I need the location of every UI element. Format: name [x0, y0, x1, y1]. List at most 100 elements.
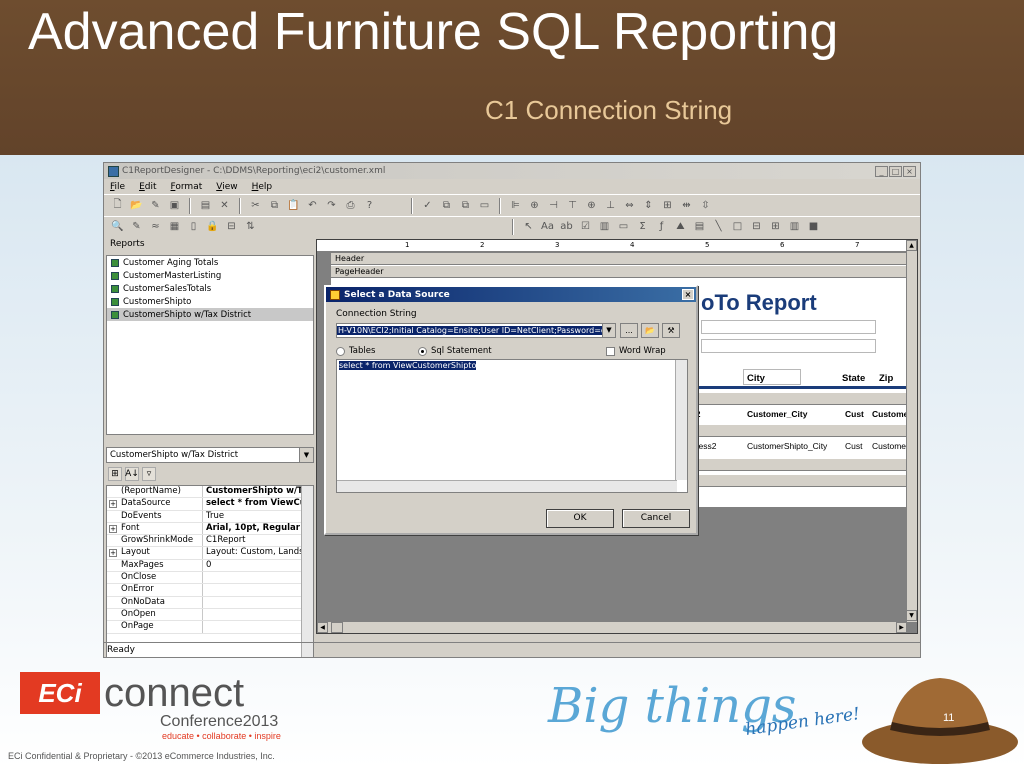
- vertical-scrollbar[interactable]: [675, 360, 687, 480]
- header-band[interactable]: Header: [331, 253, 907, 265]
- group-field-custome[interactable]: Custome: [872, 409, 908, 419]
- line-icon[interactable]: ╲: [711, 219, 726, 234]
- horizontal-scrollbar[interactable]: ◀ ▶: [317, 621, 907, 633]
- menu-file[interactable]: File: [110, 182, 125, 192]
- scroll-thumb[interactable]: [331, 622, 343, 633]
- group-field-cust[interactable]: Cust: [845, 409, 864, 419]
- chart-icon[interactable]: ≈: [148, 219, 163, 234]
- word-wrap-checkbox[interactable]: Word Wrap: [606, 346, 666, 356]
- menu-format[interactable]: Format: [171, 182, 203, 192]
- property-row[interactable]: OnError: [107, 584, 313, 597]
- filter-icon[interactable]: ▿: [142, 467, 156, 481]
- menu-view[interactable]: View: [216, 182, 237, 192]
- property-value[interactable]: Arial, 10pt, Regular: [203, 523, 313, 534]
- delete-icon[interactable]: ✕: [217, 198, 232, 213]
- header-field[interactable]: [701, 320, 876, 334]
- stop-icon[interactable]: ■: [806, 219, 821, 234]
- scroll-down-icon[interactable]: ▼: [906, 610, 917, 621]
- detail-field-custome[interactable]: Custome: [872, 441, 906, 451]
- property-row[interactable]: OnClose: [107, 572, 313, 585]
- group-icon[interactable]: ⊟: [224, 219, 239, 234]
- open-folder-icon[interactable]: 📂: [641, 323, 659, 338]
- image-icon[interactable]: ▭: [616, 219, 631, 234]
- preview-icon[interactable]: 🔍: [110, 219, 125, 234]
- field-icon[interactable]: ab: [559, 219, 574, 234]
- checkbox-tool-icon[interactable]: ☑: [578, 219, 593, 234]
- tables-radio[interactable]: Tables: [336, 346, 375, 356]
- same-width-icon[interactable]: ⇔: [622, 198, 637, 213]
- new-icon[interactable]: 🗋: [110, 198, 125, 213]
- property-row[interactable]: + DataSource select * from ViewCu: [107, 498, 313, 511]
- menu-edit[interactable]: Edit: [139, 182, 156, 192]
- align-top-icon[interactable]: ⊤: [565, 198, 580, 213]
- detail-field-cust[interactable]: Cust: [845, 441, 862, 451]
- copy-icon[interactable]: ⧉: [267, 198, 282, 213]
- design-icon[interactable]: ✎: [129, 219, 144, 234]
- minimize-button[interactable]: _: [875, 165, 888, 177]
- alphabetical-icon[interactable]: A↓: [125, 467, 139, 481]
- page-break-icon[interactable]: ⊟: [749, 219, 764, 234]
- property-value[interactable]: [203, 572, 313, 583]
- vertical-scrollbar[interactable]: ▲ ▼: [906, 240, 917, 622]
- align-center-icon[interactable]: ⊕: [527, 198, 542, 213]
- scroll-up-icon[interactable]: ▲: [906, 240, 917, 251]
- open-icon[interactable]: 📂: [129, 198, 144, 213]
- chevron-down-icon[interactable]: ▼: [602, 324, 615, 337]
- table-icon[interactable]: ⊞: [768, 219, 783, 234]
- property-row[interactable]: + Layout Layout: Custom, Landsca: [107, 547, 313, 560]
- align-left-icon[interactable]: ⊫: [508, 198, 523, 213]
- col-state-label[interactable]: State: [842, 373, 865, 384]
- property-row[interactable]: MaxPages 0: [107, 559, 313, 573]
- property-value[interactable]: 0: [203, 560, 313, 571]
- chevron-down-icon[interactable]: ▼: [299, 448, 313, 462]
- hspace-icon[interactable]: ⇹: [679, 198, 694, 213]
- vspace-icon[interactable]: ⇳: [698, 198, 713, 213]
- redo-icon[interactable]: ↷: [324, 198, 339, 213]
- property-value[interactable]: [203, 609, 313, 620]
- format-painter-icon[interactable]: ✓: [420, 198, 435, 213]
- cut-icon[interactable]: ✂: [248, 198, 263, 213]
- close-button[interactable]: ×: [903, 165, 916, 177]
- list-item[interactable]: CustomerShipto: [107, 295, 313, 308]
- expand-icon[interactable]: +: [109, 500, 117, 509]
- build-icon[interactable]: ⚒: [662, 323, 680, 338]
- sum-icon[interactable]: Σ: [635, 219, 650, 234]
- picture-icon[interactable]: ⛰: [673, 219, 688, 234]
- detail-field-city[interactable]: CustomerShipto_City: [747, 441, 827, 451]
- print-icon[interactable]: ⎙: [343, 198, 358, 213]
- browse-button[interactable]: ...: [620, 323, 638, 338]
- report-icon[interactable]: ▤: [198, 198, 213, 213]
- list-item[interactable]: CustomerMasterListing: [107, 269, 313, 282]
- report-title-field[interactable]: oTo Report: [701, 290, 817, 316]
- bar-chart-icon[interactable]: ▥: [787, 219, 802, 234]
- vertical-scrollbar[interactable]: [301, 486, 313, 657]
- undo-icon[interactable]: ↶: [305, 198, 320, 213]
- group-field-city[interactable]: Customer_City: [747, 409, 807, 419]
- cancel-button[interactable]: Cancel: [622, 509, 690, 528]
- dialog-close-icon[interactable]: ×: [682, 289, 694, 300]
- expand-icon[interactable]: +: [109, 524, 117, 533]
- grid-icon[interactable]: ▦: [167, 219, 182, 234]
- property-row[interactable]: GrowShrinkMode C1Report: [107, 535, 313, 548]
- col-zip-label[interactable]: Zip: [879, 373, 893, 384]
- horizontal-scrollbar[interactable]: [337, 480, 677, 492]
- bring-front-icon[interactable]: ⧉: [439, 198, 454, 213]
- align-middle-icon[interactable]: ⊕: [584, 198, 599, 213]
- wizard-icon[interactable]: ✎: [148, 198, 163, 213]
- send-back-icon[interactable]: ⧉: [458, 198, 473, 213]
- align-right-icon[interactable]: ⊣: [546, 198, 561, 213]
- menu-help[interactable]: Help: [252, 182, 273, 192]
- page-icon[interactable]: ▯: [186, 219, 201, 234]
- header-field[interactable]: [701, 339, 876, 353]
- property-value[interactable]: select * from ViewCu: [203, 498, 313, 509]
- pointer-icon[interactable]: ↖: [521, 219, 536, 234]
- property-value[interactable]: [203, 584, 313, 595]
- list-item-selected[interactable]: CustomerShipto w/Tax District: [107, 308, 313, 321]
- scroll-left-icon[interactable]: ◀: [317, 622, 328, 633]
- property-row[interactable]: (ReportName) CustomerShipto w/Ta: [107, 486, 313, 499]
- property-row[interactable]: OnOpen: [107, 608, 313, 622]
- maximize-button[interactable]: □: [889, 165, 902, 177]
- property-value[interactable]: CustomerShipto w/Ta: [203, 486, 313, 497]
- sql-statement-radio[interactable]: Sql Statement: [418, 346, 492, 356]
- property-row[interactable]: OnPage: [107, 621, 313, 634]
